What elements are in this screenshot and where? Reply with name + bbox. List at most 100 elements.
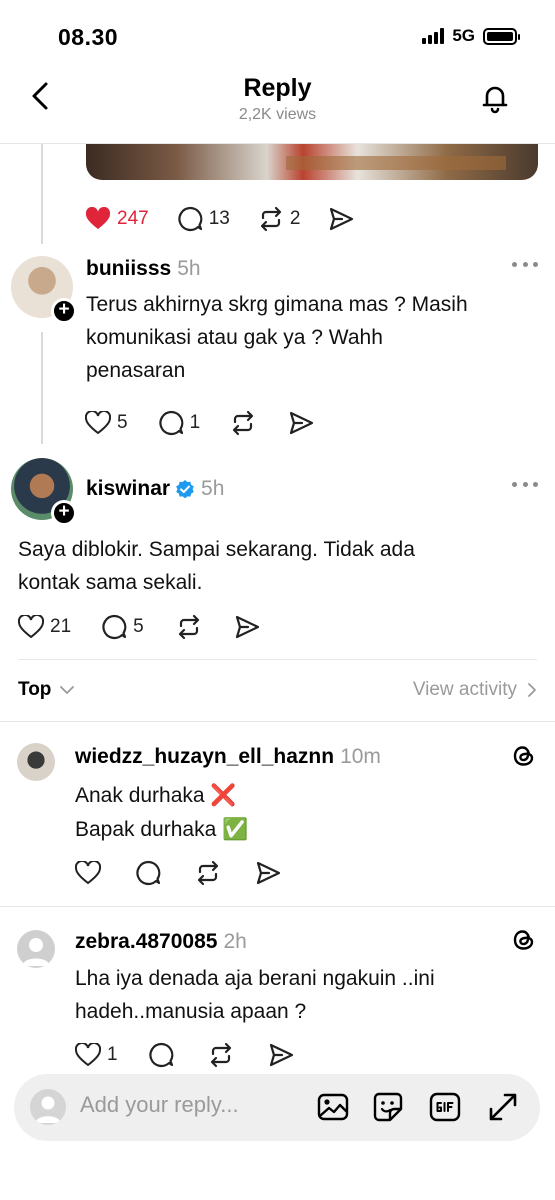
reply-text: Terus akhirnya skrg gimana mas ? Masih k…: [86, 288, 468, 387]
comment-text: Lha iya denada aja berani ngakuin ..ini …: [75, 962, 435, 1028]
default-avatar-icon[interactable]: [17, 930, 55, 968]
status-bar: 08.30 5G: [0, 0, 555, 70]
reply-author[interactable]: kiswinar 5h: [86, 477, 224, 501]
timestamp: 10m: [340, 745, 381, 768]
text-line: Saya diblokir. Sampai sekarang. Tidak ad…: [18, 538, 415, 561]
comment-button[interactable]: 1: [158, 410, 201, 436]
person-icon: [35, 1096, 61, 1123]
comment-button[interactable]: [135, 860, 161, 886]
repost-button[interactable]: [208, 1042, 234, 1068]
status-time: 08.30: [58, 24, 119, 50]
divider: [0, 906, 555, 907]
thread-line: [41, 144, 43, 244]
share-icon: [235, 615, 259, 639]
view-count: 2,2K views: [238, 106, 317, 123]
expand-icon[interactable]: [486, 1090, 520, 1124]
comment-button[interactable]: [148, 1042, 174, 1068]
reply-actions: 21 5: [18, 614, 260, 640]
username[interactable]: kiswinar: [86, 477, 170, 501]
divider: [0, 721, 555, 722]
comment-actions: 1: [75, 1042, 294, 1068]
text-line: Bapak durhaka ✅: [75, 818, 249, 841]
avatar[interactable]: [17, 743, 55, 781]
like-button[interactable]: 1: [75, 1043, 118, 1067]
page-title: Reply: [243, 74, 312, 102]
like-count: 247: [117, 208, 149, 229]
like-button[interactable]: [75, 861, 101, 885]
comment-text: Anak durhaka ❌ Bapak durhaka ✅: [75, 779, 248, 847]
username[interactable]: buniisss: [86, 257, 171, 280]
repost-count: 2: [289, 208, 301, 229]
sort-label: Top: [18, 679, 52, 700]
share-icon: [330, 207, 354, 231]
threads-icon[interactable]: [510, 926, 538, 954]
repost-icon: [260, 206, 281, 232]
heart-icon: [85, 207, 111, 229]
repost-button[interactable]: [230, 410, 256, 436]
comment-author[interactable]: wiedzz_huzayn_ell_haznn 10m: [75, 745, 381, 769]
share-button[interactable]: [268, 1042, 294, 1068]
more-icon[interactable]: [512, 482, 538, 490]
text-line: penasaran: [86, 359, 186, 382]
like-button[interactable]: 5: [85, 411, 128, 435]
repost-icon: [210, 1042, 231, 1068]
share-button[interactable]: [288, 410, 314, 436]
reply-author[interactable]: buniisss 5h: [86, 257, 201, 281]
comment-icon: [136, 860, 161, 886]
comment-button[interactable]: 5: [101, 614, 144, 640]
reply-text: Saya diblokir. Sampai sekarang. Tidak ad…: [18, 533, 415, 599]
more-icon[interactable]: [512, 262, 538, 270]
network-type: 5G: [452, 26, 475, 45]
follow-plus-icon[interactable]: +: [51, 298, 77, 324]
text-line: hadeh..manusia apaan ?: [75, 1000, 307, 1023]
reply-count: 13: [208, 208, 230, 229]
like-button[interactable]: 21: [18, 615, 71, 639]
reply-count: 5: [133, 616, 144, 637]
like-count: 5: [117, 412, 128, 433]
heart-icon: [75, 861, 101, 885]
chevron-right-icon: [528, 683, 536, 697]
gif-icon[interactable]: [428, 1090, 462, 1124]
repost-icon: [197, 860, 219, 886]
image-icon[interactable]: [316, 1090, 350, 1124]
heart-icon: [85, 411, 111, 435]
reply-input[interactable]: [80, 1092, 280, 1118]
reply-count: 1: [189, 412, 201, 433]
like-count: 21: [50, 616, 72, 637]
share-icon: [290, 411, 314, 435]
comment-author[interactable]: zebra.4870085 2h: [75, 930, 247, 954]
bell-icon[interactable]: [479, 82, 511, 114]
sort-dropdown[interactable]: Top: [18, 679, 75, 701]
share-icon: [256, 861, 281, 885]
comment-actions: [75, 860, 281, 886]
post-image[interactable]: [86, 144, 538, 180]
follow-plus-icon[interactable]: +: [51, 500, 77, 526]
timestamp: 5h: [177, 257, 201, 280]
signal-icon: [422, 28, 445, 44]
like-button[interactable]: 247: [85, 207, 149, 231]
share-icon: [269, 1043, 293, 1067]
username[interactable]: zebra.4870085: [75, 930, 217, 953]
repost-icon: [178, 614, 199, 640]
comment-button[interactable]: 13: [177, 206, 230, 232]
comment-icon: [178, 206, 203, 232]
reply-actions: 5 1: [85, 410, 314, 436]
text-line: Lha iya denada aja berani ngakuin ..ini: [75, 967, 435, 990]
timestamp: 5h: [201, 477, 225, 500]
share-button[interactable]: [255, 860, 281, 886]
sticker-icon[interactable]: [371, 1090, 405, 1124]
view-activity-link[interactable]: View activity: [413, 679, 537, 701]
repost-icon: [233, 410, 254, 436]
text-line: komunikasi atau gak ya ? Wahh: [86, 326, 383, 349]
username[interactable]: wiedzz_huzayn_ell_haznn: [75, 745, 334, 768]
thread-line: [41, 332, 43, 444]
reply-composer: [14, 1074, 540, 1141]
text-line: kontak sama sekali.: [18, 571, 203, 594]
share-button[interactable]: [234, 614, 260, 640]
repost-button[interactable]: [176, 614, 202, 640]
share-button[interactable]: [328, 206, 354, 232]
repost-button[interactable]: [195, 860, 221, 886]
text-line: Anak durhaka ❌: [75, 784, 237, 807]
threads-icon[interactable]: [510, 742, 538, 770]
repost-button[interactable]: 2: [258, 206, 301, 232]
